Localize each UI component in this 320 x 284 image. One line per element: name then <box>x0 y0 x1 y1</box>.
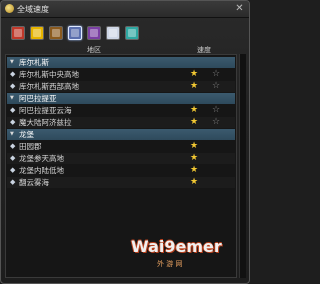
region-label: 魔大陆阿济兹拉 <box>19 118 72 127</box>
collapse-arrow-icon[interactable]: ▼ <box>10 95 16 102</box>
speed-window: 全域速度 ✕ 地区 速度 ▼ 库尔札斯 ◆ ★ ☆ 库尔札斯中央高地 ◆ ★ ☆ 库尔札斯西部高地… <box>0 0 250 284</box>
aether-current-icon: ◆ <box>10 106 16 114</box>
filter-button-battle[interactable] <box>11 26 25 40</box>
aether-current-icon: ◆ <box>10 82 16 90</box>
star-icon: ★ <box>190 141 199 151</box>
filter-button-purple-class[interactable] <box>87 26 101 40</box>
region-label: 库尔札斯西部高地 <box>19 82 79 91</box>
filter-button-swirl[interactable] <box>106 26 120 40</box>
aether-current-icon: ◆ <box>10 166 16 174</box>
aether-current-icon: ◆ <box>10 142 16 150</box>
filter-button-teal-class[interactable] <box>125 26 139 40</box>
region-label: 龙堡内陆低地 <box>19 166 64 175</box>
star-icon: ★ <box>190 177 199 187</box>
region-group-header[interactable]: ▼ 库尔札斯 <box>7 57 235 68</box>
star-outline-icon: ☆ <box>212 105 221 115</box>
battle-icon <box>14 29 22 37</box>
region-label: 龙堡参天高地 <box>19 154 64 163</box>
region-row[interactable]: ◆ ★ 龙堡参天高地 <box>7 153 235 164</box>
star-outline-icon: ☆ <box>212 69 221 79</box>
star-outline-icon: ☆ <box>212 81 221 91</box>
region-row[interactable]: ◆ ★ ☆ 魔大陆阿济兹拉 <box>7 117 235 128</box>
star-icon: ★ <box>190 69 199 79</box>
region-row[interactable]: ◆ ★ ☆ 库尔札斯西部高地 <box>7 81 235 92</box>
window-title: 全域速度 <box>17 5 49 14</box>
aether-current-icon: ◆ <box>10 118 16 126</box>
close-button[interactable]: ✕ <box>234 3 245 14</box>
star-icon: ★ <box>190 165 199 175</box>
collapse-arrow-icon[interactable]: ▼ <box>10 59 16 66</box>
region-row[interactable]: ◆ ★ ☆ 库尔札斯中央高地 <box>7 69 235 80</box>
star-icon: ★ <box>190 81 199 91</box>
swirl-icon <box>109 29 117 37</box>
star-icon: ★ <box>190 117 199 127</box>
region-label: 库尔札斯 <box>19 58 49 67</box>
star-icon: ★ <box>190 105 199 115</box>
titlebar[interactable]: 全域速度 ✕ <box>1 1 249 18</box>
filter-button-gold-coin[interactable] <box>30 26 44 40</box>
region-row[interactable]: ◆ ★ ☆ 阿巴拉提亚云海 <box>7 105 235 116</box>
region-label: 翻云雾海 <box>19 178 49 187</box>
region-row[interactable]: ◆ ★ 翻云雾海 <box>7 177 235 188</box>
filter-button-crafter[interactable] <box>49 26 63 40</box>
region-label: 龙堡 <box>19 130 34 139</box>
watermark-sub: 外 游 网 <box>157 260 183 268</box>
star-icon: ★ <box>190 153 199 163</box>
region-group-header[interactable]: ▼ 阿巴拉提亚 <box>7 93 235 104</box>
gold-coin-icon <box>33 29 41 37</box>
close-icon: ✕ <box>235 3 244 14</box>
collapse-arrow-icon[interactable]: ▼ <box>10 131 16 138</box>
crafter-icon <box>52 29 60 37</box>
filter-button-gatherer[interactable] <box>68 26 82 40</box>
region-label: 田园郡 <box>19 142 42 151</box>
region-label: 库尔札斯中央高地 <box>19 70 79 79</box>
scrollbar[interactable] <box>239 54 246 278</box>
region-label: 阿巴拉提亚云海 <box>19 106 72 115</box>
gatherer-icon <box>71 29 79 37</box>
window-gem-icon <box>5 4 14 13</box>
purple-class-icon <box>90 29 98 37</box>
teal-class-icon <box>128 29 136 37</box>
aether-current-icon: ◆ <box>10 154 16 162</box>
watermark-brand: Wai9emer <box>131 237 222 256</box>
region-row[interactable]: ◆ ★ 龙堡内陆低地 <box>7 165 235 176</box>
aether-current-icon: ◆ <box>10 70 16 78</box>
aether-current-icon: ◆ <box>10 178 16 186</box>
region-row[interactable]: ◆ ★ 田园郡 <box>7 141 235 152</box>
region-label: 阿巴拉提亚 <box>19 94 57 103</box>
region-group-header[interactable]: ▼ 龙堡 <box>7 129 235 140</box>
star-outline-icon: ☆ <box>212 117 221 127</box>
